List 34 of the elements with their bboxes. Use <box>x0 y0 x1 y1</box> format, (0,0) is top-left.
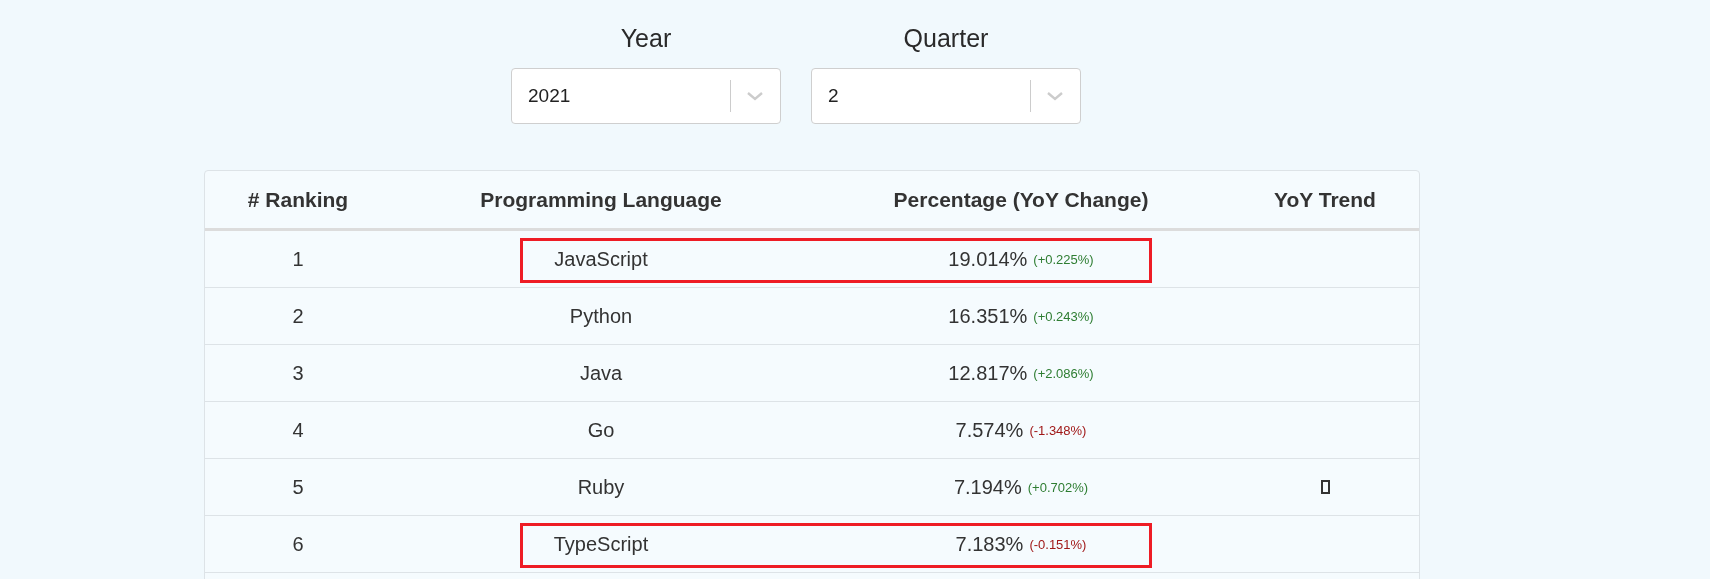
rank-cell: 3 <box>292 361 304 385</box>
column-header: # Ranking <box>246 186 350 213</box>
percentage-cell: 12.817% <box>948 361 1028 385</box>
column-header: Percentage (YoY Change) <box>892 186 1150 213</box>
language-cell: TypeScript <box>553 532 649 556</box>
language-cell: Java <box>579 361 623 385</box>
dropdown-select[interactable]: 2021 <box>511 68 781 124</box>
language-cell: JavaScript <box>554 247 648 271</box>
change-text: (+0.225%) <box>1033 251 1094 267</box>
change-text: (+0.702%) <box>1027 479 1089 495</box>
rank-cell: 5 <box>292 475 304 499</box>
change-text: (-1.348%) <box>1029 422 1087 438</box>
rank-cell: 6 <box>292 532 304 556</box>
column-header: Programming Language <box>479 186 723 213</box>
rank-cell: 2 <box>292 304 304 328</box>
change-text: (+0.243%) <box>1033 308 1094 324</box>
filter-label: Quarter <box>903 23 989 54</box>
change-text: (+2.086%) <box>1033 365 1094 381</box>
change-text: (-0.151%) <box>1029 536 1087 552</box>
dropdown-select[interactable]: 2 <box>811 68 1081 124</box>
language-cell: Go <box>587 418 615 442</box>
column-header: YoY Trend <box>1273 186 1377 213</box>
percentage-cell: 7.574% <box>955 418 1024 442</box>
rank-cell: 4 <box>292 418 304 442</box>
filter-label: Year <box>620 23 672 54</box>
percentage-cell: 19.014% <box>948 247 1028 271</box>
percentage-cell: 7.183% <box>955 532 1024 556</box>
rank-cell: 1 <box>292 247 304 271</box>
chevron-down-icon <box>1046 90 1064 102</box>
chevron-down-icon <box>746 90 764 102</box>
language-cell: Python <box>569 304 633 328</box>
percentage-cell: 7.194% <box>953 475 1022 499</box>
percentage-cell: 16.351% <box>948 304 1028 328</box>
language-cell: Ruby <box>577 475 625 499</box>
